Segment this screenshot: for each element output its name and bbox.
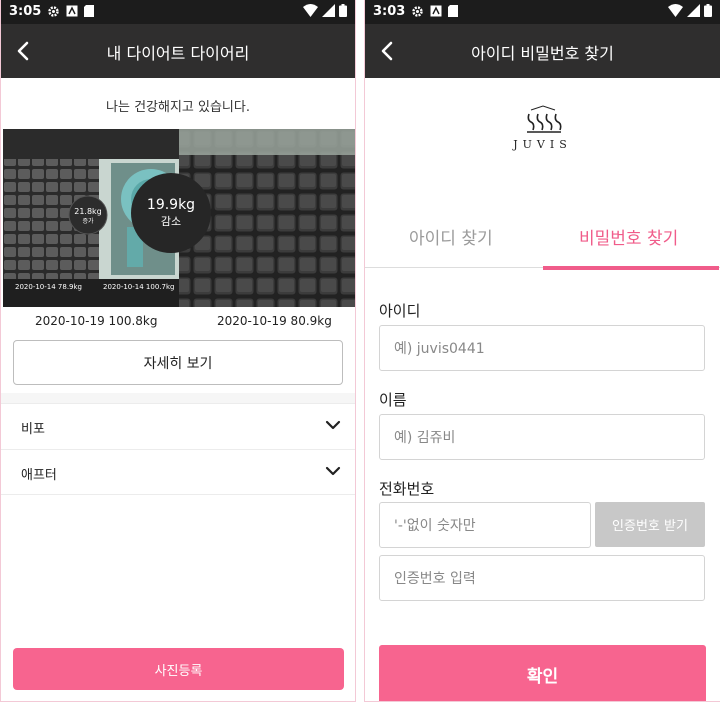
request-code-button[interactable]: 인증번호 받기: [595, 502, 705, 547]
active-tab-indicator: [543, 266, 719, 270]
sd-card-icon: [84, 5, 94, 17]
register-photo-button[interactable]: 사진등록: [13, 648, 344, 690]
gear-icon: [48, 6, 59, 17]
after-date-weight: 2020-10-19 80.9kg: [217, 314, 332, 328]
status-time: 3:03: [373, 4, 406, 19]
accordion-after[interactable]: 애프터: [1, 449, 355, 495]
gear-icon: [412, 6, 423, 17]
decrease-label: 감소: [160, 215, 182, 228]
id-input[interactable]: 예) juvis0441: [379, 325, 705, 371]
wifi-icon: [668, 4, 683, 17]
find-id-password-screen: 3:03 아이디 비밀번호 찾기 JUVIS 아이디 찾기 비밀번호 찾기 아이…: [364, 0, 720, 702]
a-box-icon: [66, 5, 78, 17]
before-date-weight: 2020-10-19 100.8kg: [35, 314, 158, 328]
accordion-before-label: 비포: [21, 422, 45, 437]
view-details-button[interactable]: 자세히 보기: [13, 340, 343, 385]
motivation-text: 나는 건강해지고 있습니다.: [106, 100, 250, 115]
app-bar: 아이디 비밀번호 찾기: [365, 24, 720, 78]
sd-card-icon: [448, 5, 458, 17]
increase-badge: 21.8kg 증가: [69, 207, 107, 225]
juvis-logo: JUVIS: [365, 104, 720, 154]
diet-diary-screen: 3:05 내 다이어트 다이어리 나는 건강해지고 있습니다. 21.8kg 증…: [0, 0, 356, 702]
name-label: 이름: [379, 391, 407, 409]
before-after-photo[interactable]: 21.8kg 증가 19.9kg 감소 2020-10-14 78.9kg 20…: [3, 129, 355, 307]
increase-value: 21.8kg: [74, 207, 102, 216]
status-system-icons: [668, 4, 712, 17]
phone-input[interactable]: '-'없이 숫자만: [379, 502, 591, 548]
signal-icon: [687, 4, 700, 17]
tab-find-password[interactable]: 비밀번호 찾기: [579, 224, 678, 249]
status-system-icons: [303, 4, 347, 17]
battery-icon: [704, 4, 712, 17]
accordion-after-label: 애프터: [21, 468, 57, 483]
chevron-down-icon: [325, 420, 341, 430]
status-bar: 3:05: [1, 0, 355, 24]
logo-text: JUVIS: [513, 138, 572, 151]
status-bar: 3:03: [365, 0, 720, 24]
section-divider: [1, 393, 355, 403]
accordion-before[interactable]: 비포: [1, 403, 355, 449]
status-time: 3:05: [9, 4, 42, 19]
page-title: 아이디 비밀번호 찾기: [471, 44, 614, 63]
phone-label: 전화번호: [379, 480, 435, 498]
juvis-logo-mark: [527, 105, 562, 133]
increase-label: 증가: [82, 218, 94, 225]
decrease-value: 19.9kg: [146, 197, 196, 213]
tab-find-id[interactable]: 아이디 찾기: [409, 224, 493, 249]
verification-code-input[interactable]: 인증번호 입력: [379, 555, 705, 601]
decrease-badge: 19.9kg 감소: [133, 197, 209, 229]
confirm-button[interactable]: 확인: [379, 645, 706, 701]
app-bar: 내 다이어트 다이어리: [1, 24, 355, 78]
inner-date-after: 2020-10-14 100.7kg: [103, 283, 175, 291]
status-notification-icons: [47, 5, 94, 18]
page-title: 내 다이어트 다이어리: [106, 44, 250, 63]
chevron-down-icon: [325, 466, 341, 476]
battery-icon: [339, 4, 347, 17]
signal-icon: [322, 4, 335, 17]
wifi-icon: [303, 4, 318, 17]
id-label: 아이디: [379, 302, 421, 320]
status-notification-icons: [411, 5, 458, 18]
a-box-icon: [430, 5, 442, 17]
name-input[interactable]: 예) 김쥬비: [379, 414, 705, 460]
inner-date-before: 2020-10-14 78.9kg: [15, 283, 82, 291]
